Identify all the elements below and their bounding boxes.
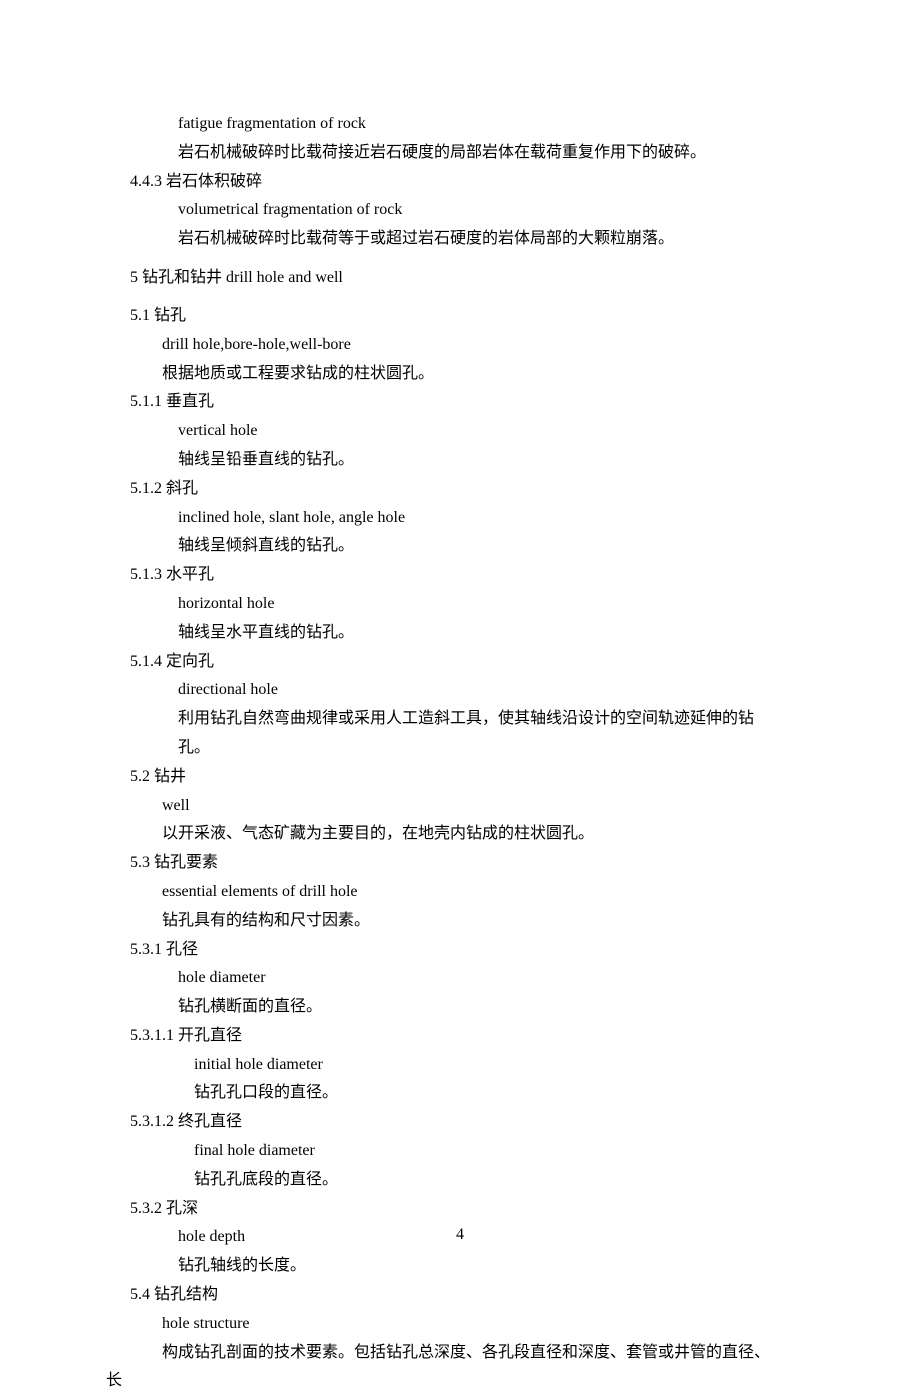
text-line: 轴线呈铅垂直线的钻孔。 [130, 446, 790, 475]
text-line: 钻孔孔底段的直径。 [130, 1166, 790, 1195]
text-line: 5.1.4 定向孔 [130, 648, 790, 677]
text-line: fatigue fragmentation of rock [130, 110, 790, 139]
document-body: fatigue fragmentation of rock岩石机械破碎时比载荷接… [130, 110, 790, 1396]
text-line: final hole diameter [130, 1137, 790, 1166]
text-line: 5.4 钻孔结构 [130, 1281, 790, 1310]
text-line: 岩石机械破碎时比载荷等于或超过岩石硬度的岩体局部的大颗粒崩落。 [130, 225, 790, 254]
text-line: 轴线呈倾斜直线的钻孔。 [130, 532, 790, 561]
text-line: volumetrical fragmentation of rock [130, 196, 790, 225]
document-page: fatigue fragmentation of rock岩石机械破碎时比载荷接… [0, 0, 920, 1302]
text-line: 孔。 [130, 734, 790, 763]
text-line: 轴线呈水平直线的钻孔。 [130, 619, 790, 648]
text-line: inclined hole, slant hole, angle hole [130, 504, 790, 533]
text-line: 岩石机械破碎时比载荷接近岩石硬度的局部岩体在载荷重复作用下的破碎。 [130, 139, 790, 168]
text-line: 5.3.2 孔深 [130, 1195, 790, 1224]
text-line: initial hole diameter [130, 1051, 790, 1080]
text-line: 5 钻孔和钻井 drill hole and well [130, 264, 790, 293]
text-line: 5.1 钻孔 [130, 302, 790, 331]
text-line: essential elements of drill hole [130, 878, 790, 907]
text-line: 5.3 钻孔要素 [130, 849, 790, 878]
text-line: 钻孔横断面的直径。 [130, 993, 790, 1022]
text-line: hole structure [130, 1310, 790, 1339]
text-line: vertical hole [130, 417, 790, 446]
text-line: 长 [106, 1367, 790, 1396]
text-line: 5.1.2 斜孔 [130, 475, 790, 504]
text-line: 5.2 钻井 [130, 763, 790, 792]
text-line: drill hole,bore-hole,well-bore [130, 331, 790, 360]
text-line: directional hole [130, 676, 790, 705]
text-line: 5.1.3 水平孔 [130, 561, 790, 590]
text-line: 构成钻孔剖面的技术要素。包括钻孔总深度、各孔段直径和深度、套管或井管的直径、 [130, 1339, 790, 1368]
text-line: 5.3.1.2 终孔直径 [130, 1108, 790, 1137]
text-line: well [130, 792, 790, 821]
text-line: 4.4.3 岩石体积破碎 [130, 168, 790, 197]
text-line: 根据地质或工程要求钻成的柱状圆孔。 [130, 360, 790, 389]
text-line: 5.3.1 孔径 [130, 936, 790, 965]
text-line: 钻孔轴线的长度。 [130, 1252, 790, 1281]
text-line: hole diameter [130, 964, 790, 993]
text-line: horizontal hole [130, 590, 790, 619]
text-line: 5.1.1 垂直孔 [130, 388, 790, 417]
text-line: 以开采液、气态矿藏为主要目的，在地壳内钻成的柱状圆孔。 [130, 820, 790, 849]
page-number: 4 [0, 1221, 920, 1250]
text-line: 钻孔具有的结构和尺寸因素。 [130, 907, 790, 936]
text-line: 利用钻孔自然弯曲规律或采用人工造斜工具，使其轴线沿设计的空间轨迹延伸的钻 [130, 705, 790, 734]
text-line: 钻孔孔口段的直径。 [130, 1079, 790, 1108]
text-line: 5.3.1.1 开孔直径 [130, 1022, 790, 1051]
